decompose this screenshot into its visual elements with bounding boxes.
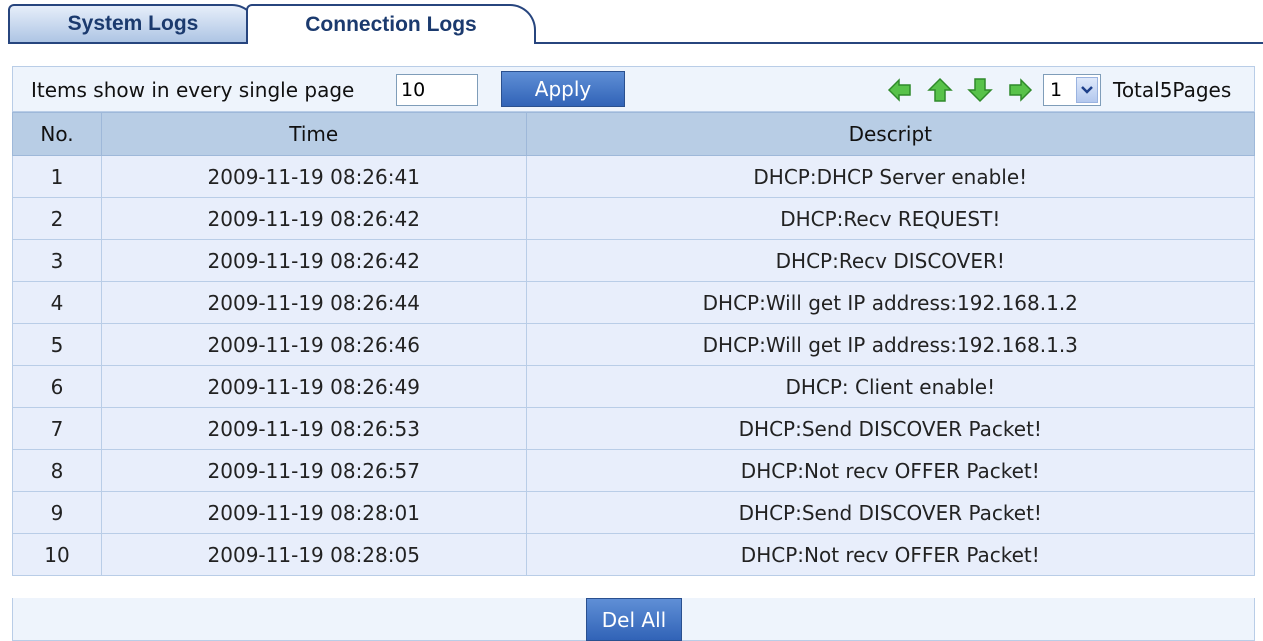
- arrow-down-icon[interactable]: [965, 75, 995, 105]
- total-pages-label: Total5Pages: [1113, 78, 1232, 102]
- cell-no: 3: [12, 239, 102, 282]
- cell-no: 1: [12, 155, 102, 198]
- table-row: 10 2009-11-19 08:28:05 DHCP:Not recv OFFER…: [12, 533, 1256, 576]
- cell-no: 5: [12, 323, 102, 366]
- cell-desc: DHCP:Will get IP address:192.168.1.3: [525, 323, 1256, 366]
- col-header-descript: Descript: [525, 112, 1256, 156]
- connection-logs-table: No. Time Descript 1 2009-11-19 08:26:41 DH…: [12, 112, 1256, 576]
- cell-no: 7: [12, 407, 102, 450]
- cell-no: 8: [12, 449, 102, 492]
- cell-time: 2009-11-19 08:26:44: [100, 281, 527, 324]
- tab-underline: [8, 42, 1263, 44]
- del-all-button[interactable]: Del All: [586, 598, 682, 641]
- items-per-page-input[interactable]: [396, 74, 478, 106]
- cell-desc: DHCP:DHCP Server enable!: [525, 155, 1256, 198]
- arrow-up-icon[interactable]: [925, 75, 955, 105]
- table-footer: Del All: [12, 598, 1255, 641]
- page-select-value: 1: [1050, 79, 1063, 101]
- items-per-page-label: Items show in every single page: [31, 78, 355, 102]
- cell-no: 10: [12, 533, 102, 576]
- cell-time: 2009-11-19 08:26:57: [100, 449, 527, 492]
- table-row: 3 2009-11-19 08:26:42 DHCP:Recv DISCOVER!: [12, 239, 1256, 282]
- cell-desc: DHCP:Not recv OFFER Packet!: [525, 533, 1256, 576]
- log-toolbar: Items show in every single page Apply 1 …: [12, 66, 1255, 112]
- cell-time: 2009-11-19 08:26:46: [100, 323, 527, 366]
- table-header-row: No. Time Descript: [12, 112, 1256, 156]
- cell-desc: DHCP:Not recv OFFER Packet!: [525, 449, 1256, 492]
- col-header-time: Time: [100, 112, 527, 156]
- table-row: 8 2009-11-19 08:26:57 DHCP:Not recv OFFER …: [12, 449, 1256, 492]
- cell-no: 2: [12, 197, 102, 240]
- table-row: 5 2009-11-19 08:26:46 DHCP:Will get IP add…: [12, 323, 1256, 366]
- cell-desc: DHCP:Send DISCOVER Packet!: [525, 407, 1256, 450]
- cell-no: 4: [12, 281, 102, 324]
- table-row: 6 2009-11-19 08:26:49 DHCP: Client enable!: [12, 365, 1256, 408]
- table-row: 2 2009-11-19 08:26:42 DHCP:Recv REQUEST!: [12, 197, 1256, 240]
- cell-no: 6: [12, 365, 102, 408]
- chevron-down-icon[interactable]: [1076, 77, 1098, 103]
- apply-button[interactable]: Apply: [501, 71, 625, 107]
- table-row: 9 2009-11-19 08:28:01 DHCP:Send DISCOVER P…: [12, 491, 1256, 534]
- cell-time: 2009-11-19 08:26:53: [100, 407, 527, 450]
- page-select[interactable]: 1: [1043, 74, 1101, 106]
- tab-bar: System Logs Connection Logs: [0, 0, 1263, 47]
- arrow-right-icon[interactable]: [1005, 75, 1035, 105]
- cell-desc: DHCP:Recv REQUEST!: [525, 197, 1256, 240]
- arrow-left-icon[interactable]: [885, 75, 915, 105]
- cell-time: 2009-11-19 08:28:05: [100, 533, 527, 576]
- cell-desc: DHCP:Recv DISCOVER!: [525, 239, 1256, 282]
- cell-time: 2009-11-19 08:26:42: [100, 239, 527, 282]
- cell-desc: DHCP: Client enable!: [525, 365, 1256, 408]
- tab-connection-logs[interactable]: Connection Logs: [246, 4, 536, 47]
- cell-time: 2009-11-19 08:26:49: [100, 365, 527, 408]
- cell-time: 2009-11-19 08:26:41: [100, 155, 527, 198]
- cell-no: 9: [12, 491, 102, 534]
- table-row: 7 2009-11-19 08:26:53 DHCP:Send DISCOVER P…: [12, 407, 1256, 450]
- cell-desc: DHCP:Send DISCOVER Packet!: [525, 491, 1256, 534]
- tab-system-logs[interactable]: System Logs: [8, 4, 258, 42]
- col-header-no: No.: [12, 112, 102, 156]
- cell-desc: DHCP:Will get IP address:192.168.1.2: [525, 281, 1256, 324]
- table-row: 1 2009-11-19 08:26:41 DHCP:DHCP Server ena…: [12, 155, 1256, 198]
- cell-time: 2009-11-19 08:28:01: [100, 491, 527, 534]
- cell-time: 2009-11-19 08:26:42: [100, 197, 527, 240]
- table-row: 4 2009-11-19 08:26:44 DHCP:Will get IP add…: [12, 281, 1256, 324]
